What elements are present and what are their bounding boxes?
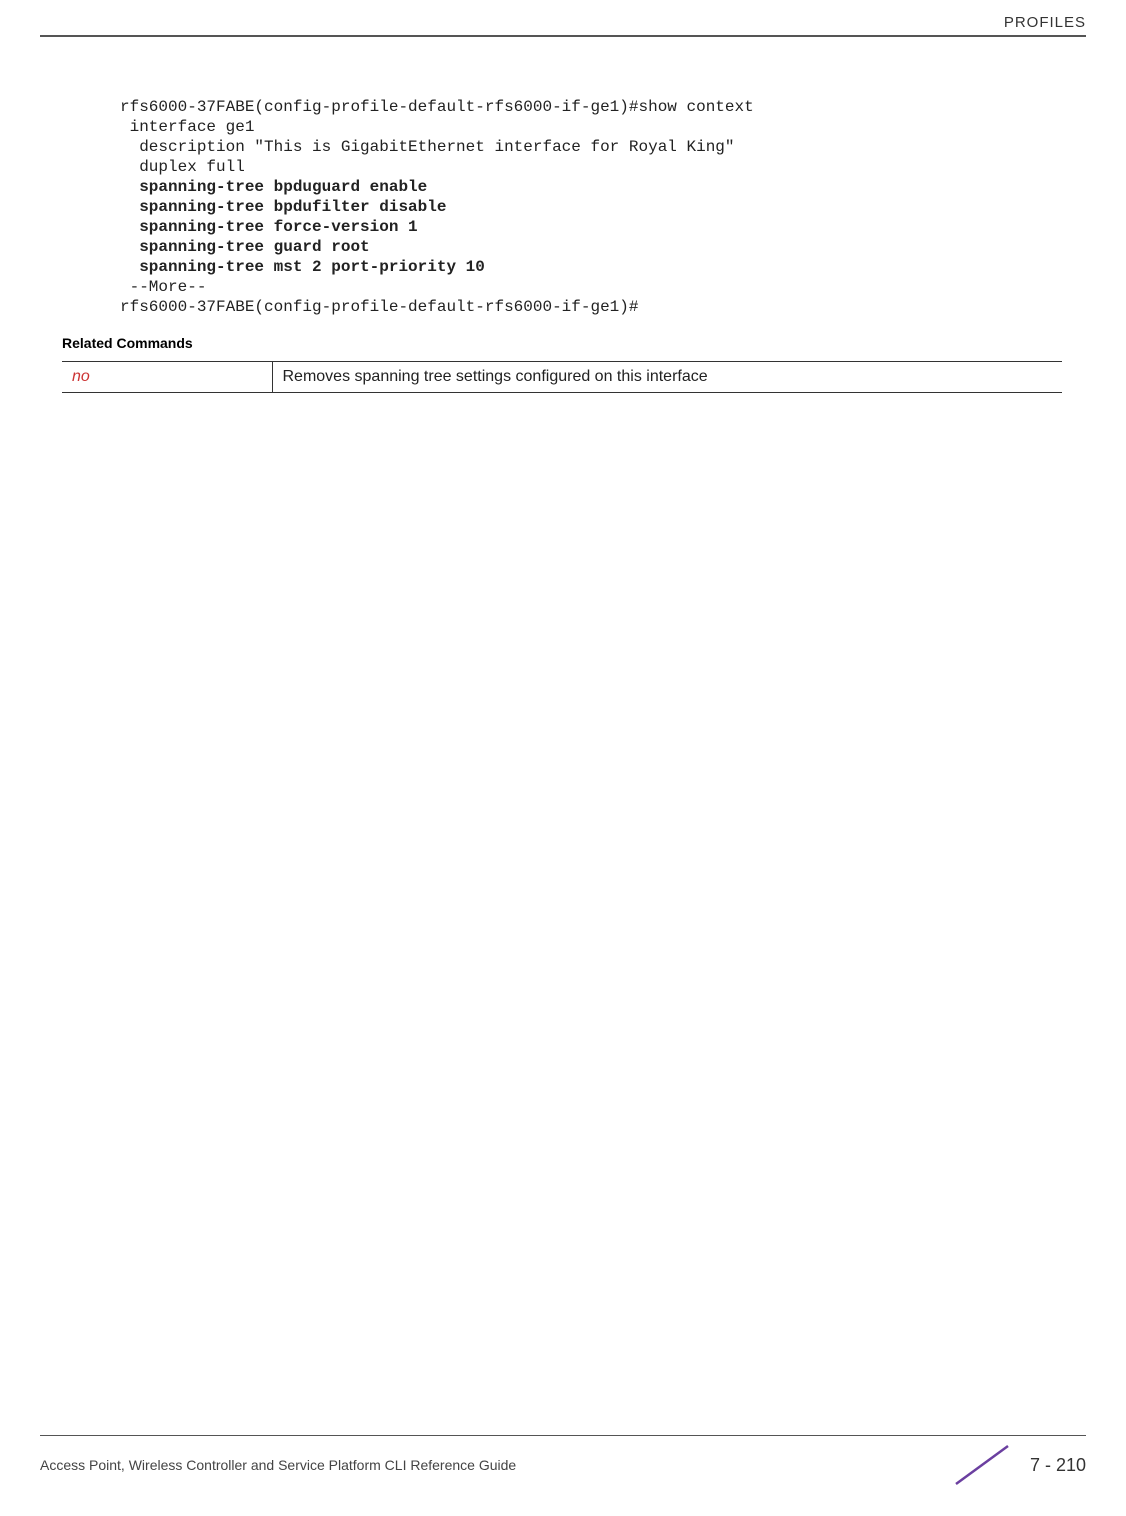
page-header: PROFILES bbox=[0, 0, 1126, 37]
slash-icon bbox=[946, 1444, 1018, 1486]
cli-line: rfs6000-37FABE(config-profile-default-rf… bbox=[120, 98, 754, 116]
cli-line-bold: spanning-tree bpduguard enable bbox=[120, 178, 427, 196]
table-row: no Removes spanning tree settings config… bbox=[62, 362, 1062, 393]
cli-line-bold: spanning-tree bpdufilter disable bbox=[120, 198, 446, 216]
cli-line: description "This is GigabitEthernet int… bbox=[120, 138, 735, 156]
cli-line: interface ge1 bbox=[120, 118, 254, 136]
cli-line: rfs6000-37FABE(config-profile-default-rf… bbox=[120, 298, 638, 316]
footer-row: Access Point, Wireless Controller and Se… bbox=[40, 1444, 1086, 1486]
command-name-cell: no bbox=[62, 362, 272, 393]
footer-rule bbox=[40, 1435, 1086, 1436]
page-number: 7 - 210 bbox=[1030, 1455, 1086, 1476]
header-title: PROFILES bbox=[40, 14, 1086, 31]
cli-line-bold: spanning-tree force-version 1 bbox=[120, 218, 418, 236]
related-commands-heading: Related Commands bbox=[62, 335, 1066, 351]
page-footer: Access Point, Wireless Controller and Se… bbox=[0, 1435, 1126, 1486]
cli-line-bold: spanning-tree guard root bbox=[120, 238, 370, 256]
page-content: rfs6000-37FABE(config-profile-default-rf… bbox=[0, 37, 1126, 393]
cli-line: duplex full bbox=[120, 158, 245, 176]
cli-line: --More-- bbox=[120, 278, 206, 296]
footer-doc-title: Access Point, Wireless Controller and Se… bbox=[40, 1457, 516, 1473]
command-desc-cell: Removes spanning tree settings configure… bbox=[272, 362, 1062, 393]
cli-output: rfs6000-37FABE(config-profile-default-rf… bbox=[120, 97, 1066, 317]
cli-line-bold: spanning-tree mst 2 port-priority 10 bbox=[120, 258, 485, 276]
footer-right-group: 7 - 210 bbox=[946, 1444, 1086, 1486]
related-commands-table: no Removes spanning tree settings config… bbox=[62, 361, 1062, 393]
